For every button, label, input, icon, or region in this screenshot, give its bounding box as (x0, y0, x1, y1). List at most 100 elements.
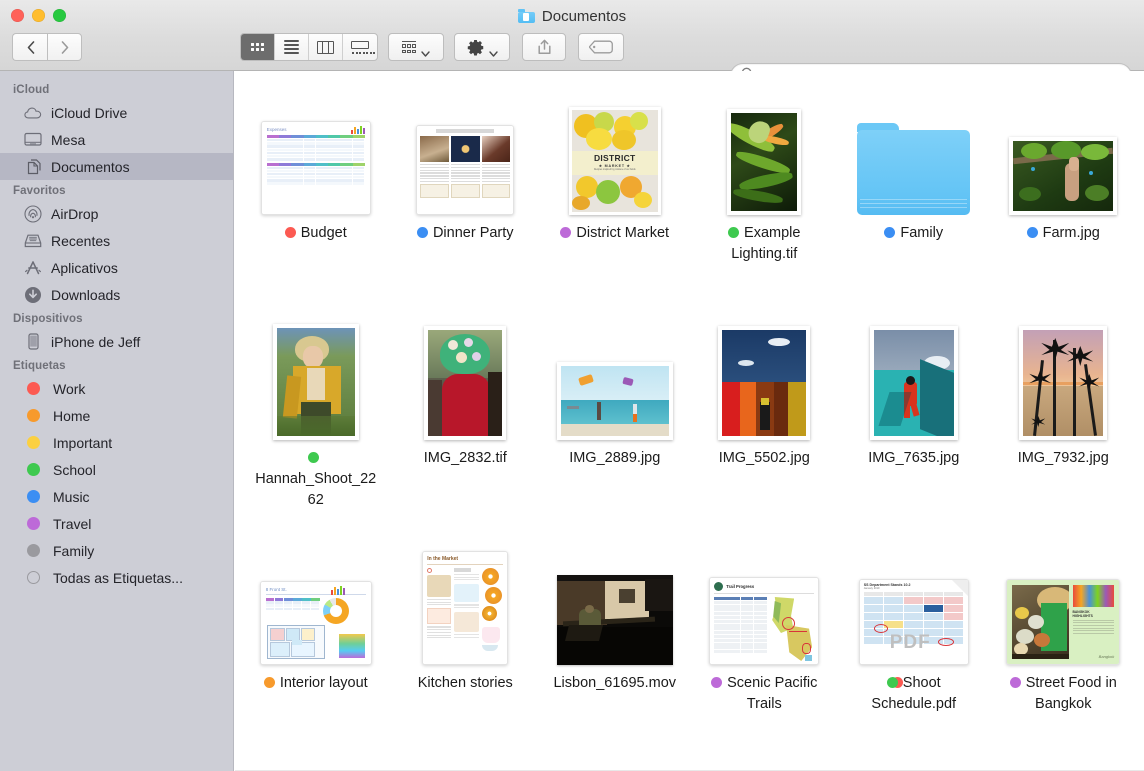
sidebar-item-icloud-drive[interactable]: iCloud Drive (0, 99, 233, 126)
document-thumbnail (416, 125, 514, 215)
file-thumbnail: In the Market (391, 533, 541, 665)
file-item[interactable]: IMG_2832.tif (391, 304, 541, 529)
sidebar-section-header-devices: Dispositivos (0, 308, 233, 328)
sidebar-tag-label: Todas as Etiquetas... (53, 570, 183, 586)
chevron-down-icon (489, 44, 498, 50)
tag-color-dot (27, 409, 40, 422)
sidebar-item-airdrop[interactable]: AirDrop (0, 200, 233, 227)
applications-icon (24, 259, 42, 277)
sidebar-tag-label: Home (53, 408, 90, 424)
file-item[interactable]: Lisbon_61695.mov (540, 529, 690, 754)
sidebar-tag-all-tags[interactable]: Todas as Etiquetas... (0, 564, 233, 591)
tag-dot (285, 227, 298, 238)
sidebar-tag-label: Work (53, 381, 85, 397)
file-thumbnail: Expenses (241, 83, 391, 215)
file-item[interactable]: IMG_7932.jpg (989, 304, 1139, 529)
file-item[interactable]: In the Market (391, 529, 541, 754)
tag-color-dot (27, 463, 40, 476)
tag-color-dot (27, 382, 40, 395)
document-thumbnail: 8 Front St. (260, 581, 372, 665)
arrange-button[interactable] (388, 33, 444, 61)
document-thumbnail: Trail Progress (709, 577, 819, 665)
gear-icon (467, 39, 484, 56)
file-name-text: IMG_7635.jpg (868, 450, 959, 466)
sidebar-tag-label: Music (53, 489, 90, 505)
sidebar-item-label: iCloud Drive (51, 105, 127, 121)
file-label: IMG_7635.jpg (868, 448, 959, 469)
file-browser-content[interactable]: Expenses (235, 71, 1144, 771)
sidebar-item-label: Documentos (51, 159, 130, 175)
sidebar-item-label: iPhone de Jeff (51, 334, 140, 350)
column-view-button[interactable] (309, 34, 343, 60)
file-item[interactable]: Dinner Party (391, 79, 541, 304)
file-item[interactable]: Trail Progress (690, 529, 840, 754)
sidebar-item-recents[interactable]: Recentes (0, 227, 233, 254)
add-tag-button[interactable] (578, 33, 624, 61)
file-item[interactable]: SS Department Stands 10.2 January 2019 (839, 529, 989, 754)
file-label: IMG_7932.jpg (1018, 448, 1109, 469)
file-label: Family (884, 223, 943, 244)
sidebar-tag-school[interactable]: School (0, 456, 233, 483)
sidebar-tag-label: Important (53, 435, 112, 451)
file-thumbnail (391, 83, 541, 215)
sidebar-tag-music[interactable]: Music (0, 483, 233, 510)
forward-button[interactable] (47, 33, 82, 61)
file-item[interactable]: IMG_5502.jpg (690, 304, 840, 529)
sidebar-tag-family[interactable]: Family (0, 537, 233, 564)
file-label: IMG_2889.jpg (569, 448, 660, 469)
file-label: Kitchen stories (418, 673, 513, 694)
action-menu-button[interactable] (454, 33, 510, 61)
file-item[interactable]: IMG_7635.jpg (839, 304, 989, 529)
file-thumbnail (839, 83, 989, 215)
file-thumbnail (839, 308, 989, 440)
iphone-icon (24, 333, 42, 351)
file-item[interactable]: IMG_2889.jpg (540, 304, 690, 529)
tag-dot (1010, 677, 1023, 688)
file-item[interactable]: Farm.jpg (989, 79, 1139, 304)
icon-view-button[interactable] (241, 34, 275, 60)
folder-icon (857, 123, 970, 215)
sidebar-item-iphone[interactable]: iPhone de Jeff (0, 328, 233, 355)
file-item[interactable]: DISTRICT ★ MARKET ★ Recipes inspired by … (540, 79, 690, 304)
share-icon (537, 39, 552, 55)
sidebar-tag-work[interactable]: Work (0, 375, 233, 402)
file-name-text: Street Food in Bangkok (1026, 675, 1117, 712)
file-label: District Market (560, 223, 669, 244)
photo-thumbnail (870, 326, 958, 440)
chevron-down-icon (421, 44, 430, 50)
file-item[interactable]: BANGKOKHIGHLIGHTS Bangkok Street Food in (989, 529, 1139, 754)
desktop-icon (24, 131, 42, 149)
sidebar-item-applications[interactable]: Aplicativos (0, 254, 233, 281)
back-button[interactable] (12, 33, 47, 61)
gallery-view-button[interactable] (343, 34, 377, 60)
share-button[interactable] (522, 33, 566, 61)
file-name-text: IMG_7932.jpg (1018, 450, 1109, 466)
tag-dot (417, 227, 430, 238)
cloud-icon (24, 104, 42, 122)
sidebar-item-label: Aplicativos (51, 260, 118, 276)
navigation-buttons (12, 33, 82, 61)
grid-icon (251, 43, 264, 51)
file-item[interactable]: Expenses (241, 79, 391, 304)
file-item[interactable]: 8 Front St. (241, 529, 391, 754)
list-view-button[interactable] (275, 34, 309, 60)
file-name-text: Kitchen stories (418, 675, 513, 691)
file-label: Scenic Pacific Trails (702, 673, 827, 715)
sidebar-tag-important[interactable]: Important (0, 429, 233, 456)
document-thumbnail: In the Market (422, 551, 508, 665)
sidebar-tag-home[interactable]: Home (0, 402, 233, 429)
sidebar: iCloud iCloud Drive Mesa (0, 71, 234, 771)
sidebar-tag-travel[interactable]: Travel (0, 510, 233, 537)
file-name-text: Example Lighting.tif (731, 225, 800, 262)
sidebar-item-downloads[interactable]: Downloads (0, 281, 233, 308)
sidebar-item-documents[interactable]: Documentos (0, 153, 233, 180)
toolbar (0, 31, 1144, 63)
arrange-by-icon (402, 41, 416, 54)
sidebar-tag-label: Family (53, 543, 94, 559)
file-thumbnail (989, 308, 1139, 440)
file-item[interactable]: Family (839, 79, 989, 304)
sidebar-item-desktop[interactable]: Mesa (0, 126, 233, 153)
file-item[interactable]: Hannah_Shoot_2262 (241, 304, 391, 529)
folder-icon (518, 9, 535, 23)
file-item[interactable]: Example Lighting.tif (690, 79, 840, 304)
